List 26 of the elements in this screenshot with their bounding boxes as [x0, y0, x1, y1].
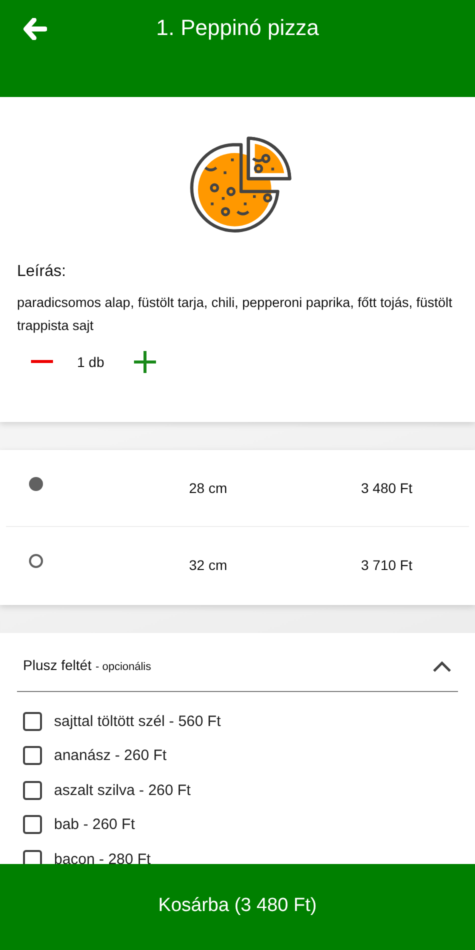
- extra-option-label: aszalt szilva - 260 Ft: [54, 782, 191, 799]
- checkbox[interactable]: [23, 815, 42, 834]
- radio-button[interactable]: [29, 554, 43, 568]
- extra-option-label: bacon - 280 Ft: [54, 850, 151, 864]
- page-title: 1. Peppinó pizza: [156, 15, 319, 41]
- price-label: 3 710 Ft: [361, 557, 412, 573]
- radio-button[interactable]: [29, 477, 43, 491]
- plus-icon[interactable]: [134, 351, 156, 373]
- quantity-text: 1 db: [77, 354, 104, 370]
- size-label: 32 cm: [189, 557, 228, 573]
- description-label: Leírás:: [17, 263, 66, 281]
- price-label: 3 480 Ft: [361, 480, 412, 496]
- chevron-icon[interactable]: [432, 661, 452, 673]
- add-to-cart-button[interactable]: Kosárba (3 480 Ft): [0, 864, 475, 950]
- checkbox[interactable]: [23, 780, 42, 800]
- description-text: paradicsomos alap, füstölt tarja, chili, pepperoni paprika, főtt tojás, füstölt trappista sajt: [17, 294, 454, 335]
- size-label: 28 cm: [189, 480, 228, 496]
- back-arrow-icon[interactable]: [23, 18, 47, 40]
- optional-note: - opcionális: [95, 661, 152, 673]
- extra-option-label: sajttal töltött szél - 560 Ft: [54, 712, 221, 730]
- extra-option-label: ananász - 260 Ft: [54, 747, 167, 764]
- minus-icon[interactable]: [31, 360, 53, 364]
- extra-option-label: bab - 260 Ft: [54, 816, 135, 834]
- checkbox[interactable]: [23, 746, 42, 766]
- extras-title: Plusz feltét: [23, 657, 92, 673]
- checkbox[interactable]: [23, 712, 42, 731]
